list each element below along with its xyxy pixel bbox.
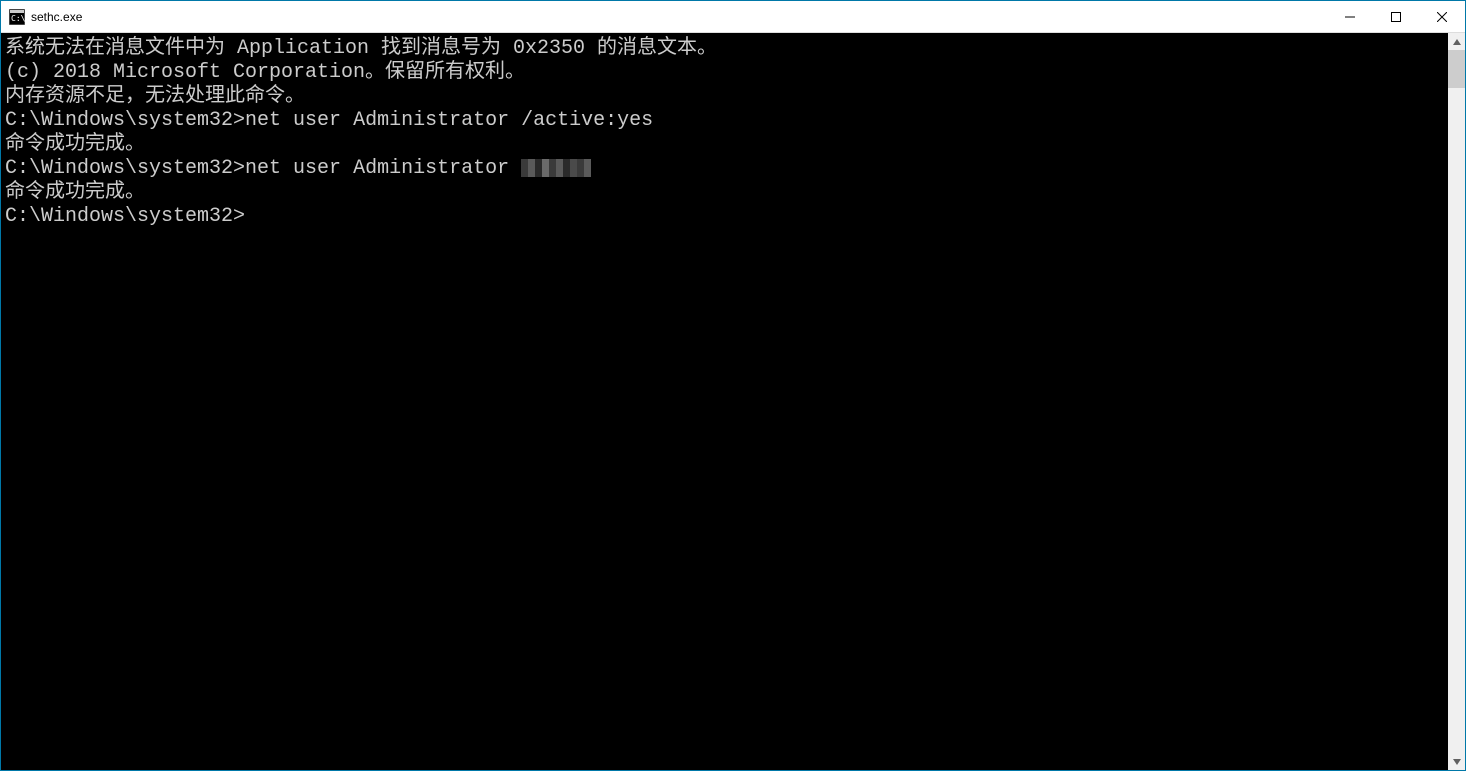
close-button[interactable] — [1419, 1, 1465, 32]
cmd-icon: C:\ — [9, 9, 25, 25]
scroll-down-button[interactable] — [1448, 753, 1465, 770]
redacted-password — [521, 159, 591, 177]
prompt: C:\Windows\system32> — [5, 157, 245, 180]
prompt-line: C:\Windows\system32> — [5, 205, 1444, 229]
titlebar-left: C:\ sethc.exe — [1, 9, 82, 25]
minimize-button[interactable] — [1327, 1, 1373, 32]
window-controls — [1327, 1, 1465, 32]
maximize-button[interactable] — [1373, 1, 1419, 32]
prompt: C:\Windows\system32> — [5, 109, 245, 132]
command-text: net user Administrator — [245, 157, 521, 180]
command-text: net user Administrator /active:yes — [245, 109, 653, 132]
titlebar[interactable]: C:\ sethc.exe — [1, 1, 1465, 33]
output-line: 命令成功完成。 — [5, 133, 1444, 157]
scrollbar-track[interactable] — [1448, 50, 1465, 753]
output-line: 系统无法在消息文件中为 Application 找到消息号为 0x2350 的消… — [5, 37, 1444, 61]
scroll-up-button[interactable] — [1448, 33, 1465, 50]
command-line: C:\Windows\system32>net user Administrat… — [5, 109, 1444, 133]
scrollbar-thumb[interactable] — [1448, 50, 1465, 88]
svg-text:C:\: C:\ — [11, 14, 25, 23]
output-line: 内存资源不足，无法处理此命令。 — [5, 85, 1444, 109]
output-line: 命令成功完成。 — [5, 181, 1444, 205]
console-area: 系统无法在消息文件中为 Application 找到消息号为 0x2350 的消… — [1, 33, 1465, 770]
vertical-scrollbar[interactable] — [1448, 33, 1465, 770]
window-title: sethc.exe — [31, 10, 82, 24]
command-line: C:\Windows\system32>net user Administrat… — [5, 157, 1444, 181]
output-line: (c) 2018 Microsoft Corporation。保留所有权利。 — [5, 61, 1444, 85]
console-output[interactable]: 系统无法在消息文件中为 Application 找到消息号为 0x2350 的消… — [1, 33, 1448, 770]
